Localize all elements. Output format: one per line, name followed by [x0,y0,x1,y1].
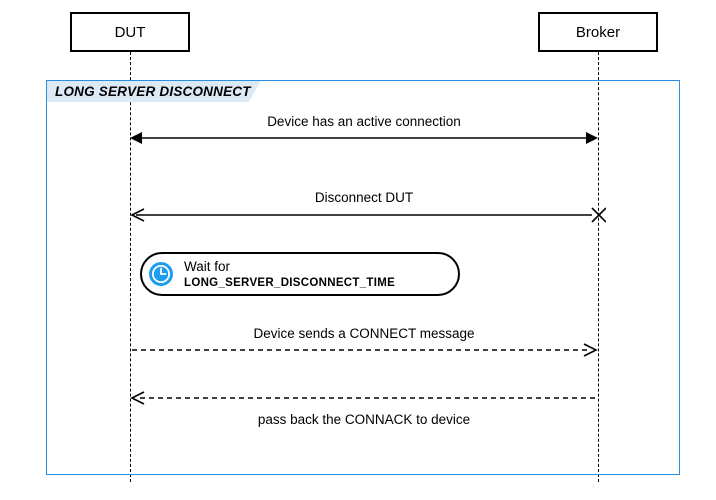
wait-pill: Wait for LONG_SERVER_DISCONNECT_TIME [140,252,460,296]
msg-connack-label: pass back the CONNACK to device [254,412,474,427]
msg-connect-text: Device sends a CONNECT message [253,326,474,341]
msg-connect-label: Device sends a CONNECT message [249,326,478,341]
sequence-diagram: DUT Broker LONG SERVER DISCONNECT Device… [0,0,716,500]
msg-active-connection-text: Device has an active connection [267,114,461,129]
frame-title-text: LONG SERVER DISCONNECT [55,84,251,99]
msg-disconnect-text: Disconnect DUT [315,190,413,205]
arrow-connect [130,342,598,358]
arrow-disconnect [130,206,606,224]
frame-title: LONG SERVER DISCONNECT [47,81,261,102]
participant-dut: DUT [70,12,190,52]
wait-text: Wait for LONG_SERVER_DISCONNECT_TIME [184,259,444,289]
msg-connack-text: pass back the CONNACK to device [258,412,470,427]
arrow-active-connection [130,130,598,146]
wait-prefix: Wait for [184,259,230,274]
arrow-connack [130,390,598,406]
participant-broker: Broker [538,12,658,52]
wait-constant: LONG_SERVER_DISCONNECT_TIME [184,277,395,289]
msg-disconnect-label: Disconnect DUT [311,190,417,205]
participant-broker-label: Broker [576,24,620,41]
clock-icon [148,261,174,287]
msg-active-connection-label: Device has an active connection [263,114,465,129]
participant-dut-label: DUT [115,24,146,41]
